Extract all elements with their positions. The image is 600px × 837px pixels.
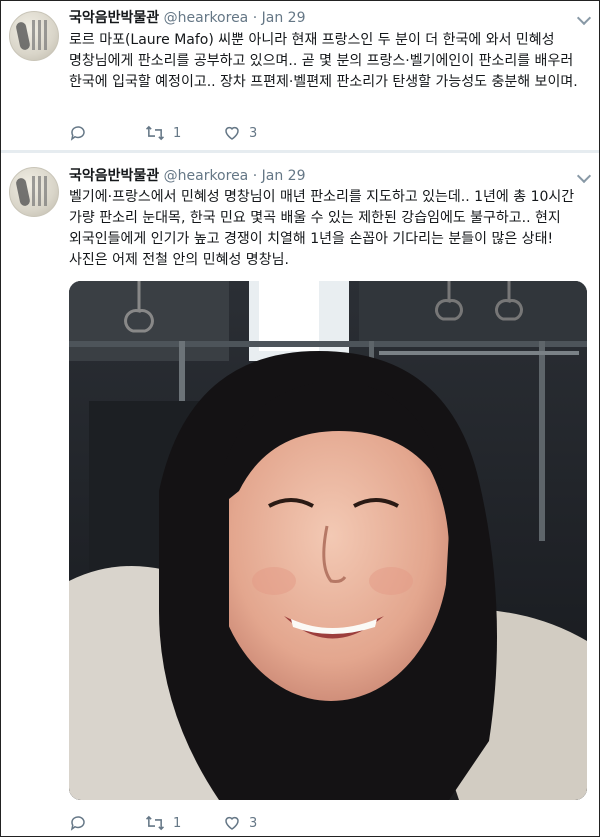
like-button[interactable]: 3 xyxy=(223,814,257,832)
reply-button[interactable] xyxy=(69,124,145,142)
author-handle[interactable]: @hearkorea xyxy=(164,168,249,184)
retweet-icon xyxy=(145,125,165,141)
author-name[interactable]: 국악음반박물관 xyxy=(69,168,159,184)
chevron-down-icon[interactable] xyxy=(576,10,592,26)
timeline: 국악음반박물관 @hearkorea · Jan 29 로르 마포(Laure … xyxy=(0,0,600,837)
avatar[interactable] xyxy=(9,167,59,217)
retweet-icon xyxy=(145,815,165,831)
like-button[interactable]: 3 xyxy=(223,124,257,142)
tweet-date[interactable]: Jan 29 xyxy=(262,168,306,184)
reply-button[interactable] xyxy=(69,814,145,832)
tweet-text: 벨기에·프랑스에서 민혜성 명창님이 매년 판소리를 지도하고 있는데.. 1년… xyxy=(69,189,575,268)
retweet-count: 1 xyxy=(173,815,182,831)
tweet-header: 국악음반박물관 @hearkorea · Jan 29 xyxy=(69,167,305,185)
tweet-actions: 1 3 xyxy=(69,813,257,833)
tweet-photo[interactable] xyxy=(69,281,587,800)
author-handle[interactable]: @hearkorea xyxy=(164,10,249,26)
separator-dot: · xyxy=(252,10,258,26)
reply-icon xyxy=(70,816,85,831)
like-count: 3 xyxy=(249,815,258,831)
separator-dot: · xyxy=(252,168,258,184)
retweet-button[interactable]: 1 xyxy=(145,124,223,142)
avatar[interactable] xyxy=(9,11,59,61)
like-count: 3 xyxy=(249,125,258,141)
chevron-down-icon[interactable] xyxy=(576,168,592,184)
heart-icon xyxy=(225,816,239,830)
tweet-header: 국악음반박물관 @hearkorea · Jan 29 xyxy=(69,9,305,27)
author-name[interactable]: 국악음반박물관 xyxy=(69,10,159,26)
tweet[interactable]: 국악음반박물관 @hearkorea · Jan 29 로르 마포(Laure … xyxy=(1,1,599,151)
tweet[interactable]: 국악음반박물관 @hearkorea · Jan 29 벨기에·프랑스에서 민혜… xyxy=(1,152,599,836)
retweet-button[interactable]: 1 xyxy=(145,814,223,832)
reply-icon xyxy=(70,126,85,141)
retweet-count: 1 xyxy=(173,125,182,141)
photo-image xyxy=(69,281,587,800)
tweet-date[interactable]: Jan 29 xyxy=(262,10,306,26)
tweet-actions: 1 3 xyxy=(69,123,257,143)
tweet-text: 로르 마포(Laure Mafo) 씨뿐 아니라 현재 프랑스인 두 분이 더 … xyxy=(69,32,578,90)
heart-icon xyxy=(225,126,239,140)
